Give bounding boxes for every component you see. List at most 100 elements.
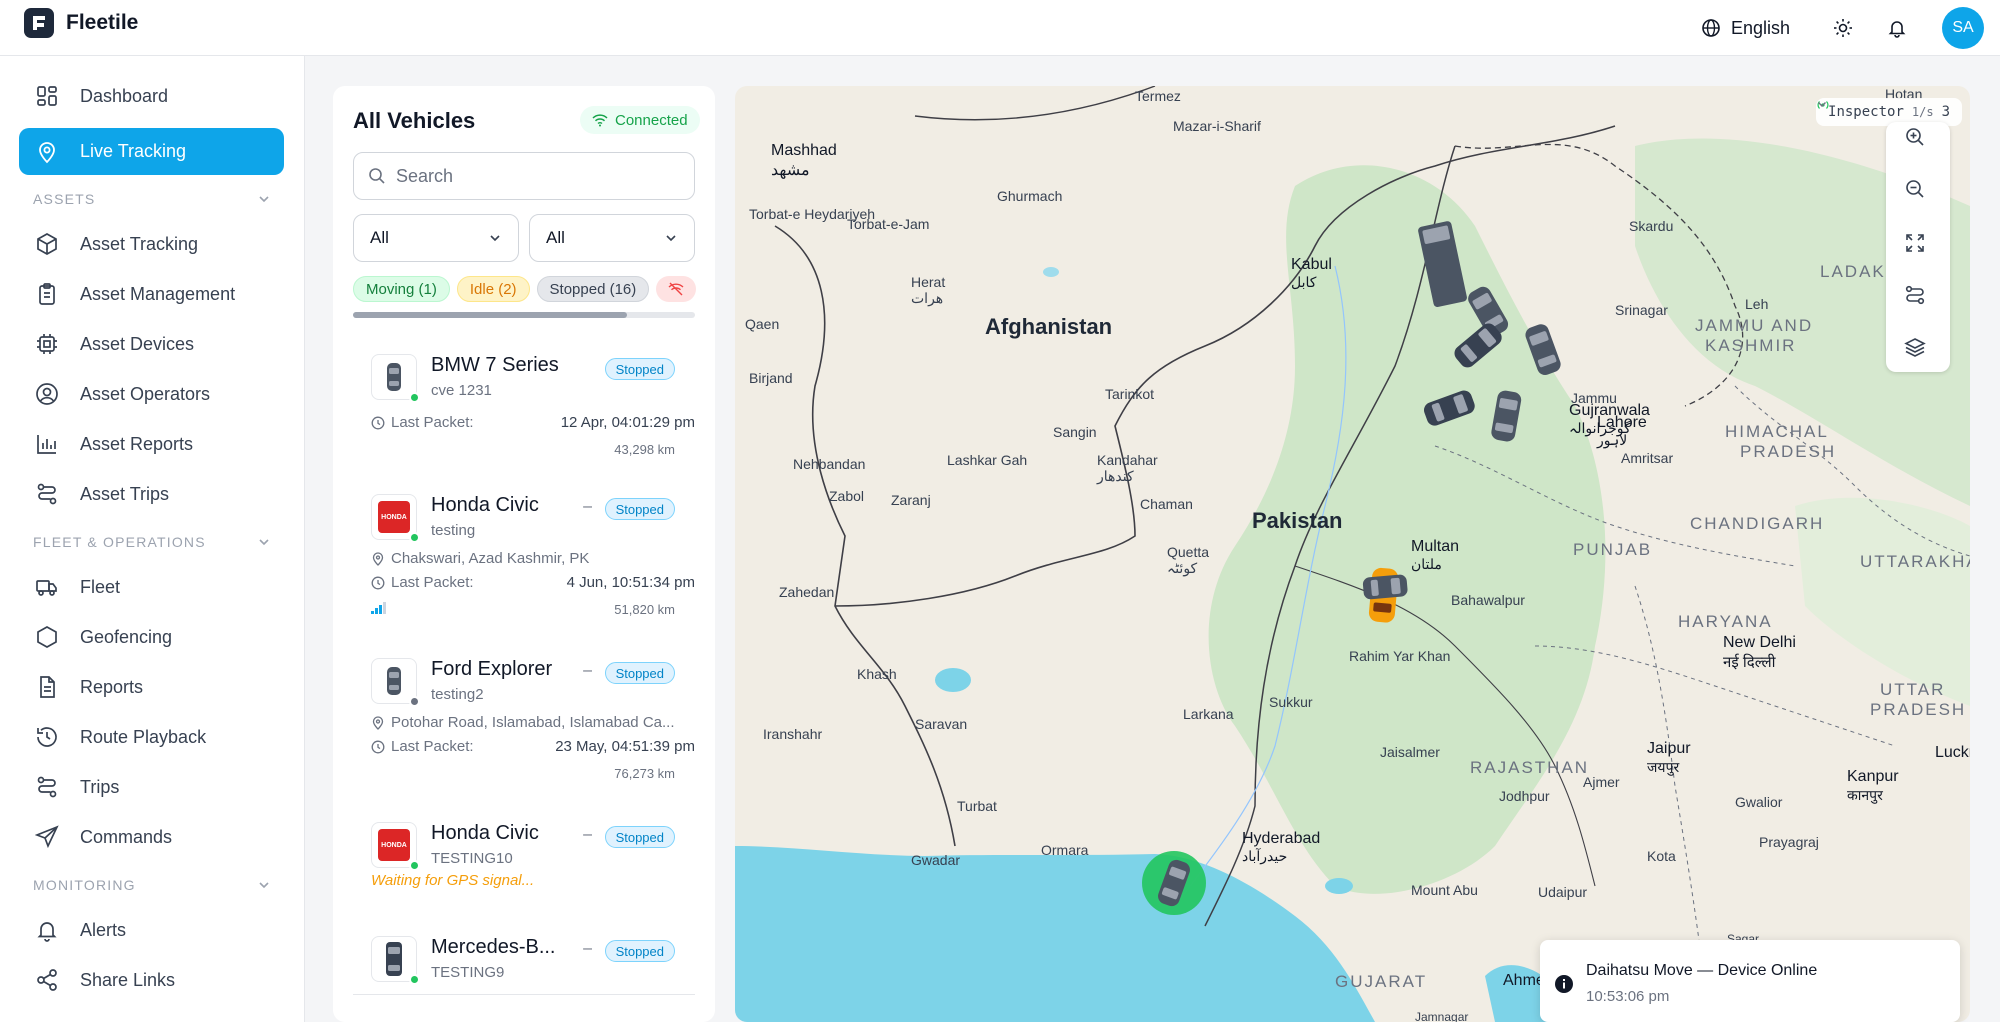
region-label: PRADESH (1740, 442, 1837, 461)
fullscreen-icon[interactable] (1904, 232, 1932, 260)
top-bar: Fleetile English SA (0, 0, 2000, 56)
car-thumbnail (371, 354, 420, 403)
sidebar-item-route-playback[interactable]: Route Playback (19, 713, 284, 761)
theme-toggle-sun-icon[interactable] (1828, 13, 1858, 43)
speed-dash: – (583, 498, 592, 515)
truck-icon (33, 573, 61, 601)
place-label: Iranshahr (763, 726, 823, 742)
map-controls (1886, 122, 1950, 372)
device-online-toast[interactable]: Daihatsu Move — Device Online 10:53:06 p… (1540, 940, 1960, 1022)
section-title: FLEET & OPERATIONS (33, 534, 206, 550)
sidebar-item-label: Asset Devices (80, 333, 195, 354)
last-packet-value: 23 May, 04:51:39 pm (555, 738, 695, 755)
region-label: KASHMIR (1705, 336, 1797, 355)
globe-icon (1702, 19, 1720, 37)
document-icon (33, 673, 61, 701)
sidebar-item-label: Live Tracking (80, 141, 187, 161)
place-label: Lashkar Gah (947, 452, 1028, 468)
place-label: Khash (857, 666, 897, 682)
notifications-bell-icon[interactable] (1882, 13, 1912, 43)
zoom-out-icon[interactable] (1904, 178, 1932, 206)
sidebar-item-asset-operators[interactable]: Asset Operators (19, 370, 284, 418)
sidebar-item-label: Fleet (80, 576, 121, 597)
route-toggle-icon[interactable] (1904, 284, 1932, 312)
country-label: Afghanistan (985, 314, 1113, 339)
sidebar-item-label: Asset Trips (80, 483, 170, 504)
last-packet-label: Last Packet: (391, 414, 474, 431)
sidebar-item-share-links[interactable]: Share Links (19, 956, 284, 1004)
sidebar-item-label: Route Playback (80, 726, 207, 747)
hexagon-icon (33, 623, 61, 651)
vehicle-item[interactable]: HONDA Honda Civic testing – Stopped Chak… (353, 494, 695, 634)
user-avatar[interactable]: SA (1942, 7, 1984, 49)
bar-chart-icon (33, 430, 61, 458)
last-packet-label: Last Packet: (391, 738, 474, 755)
last-packet-value: 12 Apr, 04:01:29 pm (560, 414, 695, 431)
section-monitoring[interactable]: MONITORING (33, 877, 271, 893)
car-icon (387, 667, 401, 695)
sidebar-item-asset-devices[interactable]: Asset Devices (19, 320, 284, 368)
vehicle-item[interactable]: Ford Explorer testing2 – Stopped Potohar… (353, 658, 695, 798)
place-label: Tarinkot (1105, 386, 1155, 402)
chevron-down-icon (490, 235, 500, 242)
chip-no-signal[interactable] (656, 276, 697, 302)
vehicle-item[interactable]: Mercedes-B... TESTING9 – Stopped (353, 936, 695, 996)
layers-icon[interactable] (1904, 336, 1932, 364)
search-box[interactable] (353, 152, 695, 200)
status-filter-select[interactable]: All (353, 214, 519, 262)
region-label: CHANDIGARH (1690, 514, 1825, 533)
last-packet-label: Last Packet: (391, 574, 474, 591)
sidebar-item-trips[interactable]: Trips (19, 763, 284, 811)
sidebar-item-reports[interactable]: Reports (19, 663, 284, 711)
city-label: Herat هرات (911, 274, 946, 306)
sidebar-item-live-tracking[interactable]: Live Tracking (19, 128, 284, 175)
last-packet-row: Last Packet: 23 May, 04:51:39 pm (371, 738, 695, 755)
group-filter-select[interactable]: All (529, 214, 695, 262)
sidebar-item-fleet[interactable]: Fleet (19, 563, 284, 611)
sidebar-item-asset-tracking[interactable]: Asset Tracking (19, 220, 284, 268)
map-view[interactable]: Afghanistan Pakistan LADAKH JAMMU AND KA… (735, 86, 1970, 1022)
chip-idle[interactable]: Idle (2) (456, 276, 530, 302)
place-label: Kota (1647, 848, 1676, 864)
sidebar-item-label: Share Links (80, 969, 176, 990)
language-selector[interactable]: English (1701, 18, 1790, 39)
sidebar-item-label: Asset Operators (80, 383, 211, 404)
sidebar-item-asset-management[interactable]: Asset Management (19, 270, 284, 318)
send-icon (33, 823, 61, 851)
chip-stopped[interactable]: Stopped (16) (536, 276, 650, 302)
sidebar-item-geofencing[interactable]: Geofencing (19, 613, 284, 661)
search-input[interactable] (396, 165, 676, 187)
city-label: New Delhi नई दिल्ली (1723, 634, 1796, 671)
chip-moving[interactable]: Moving (1) (353, 276, 450, 302)
vehicle-item[interactable]: BMW 7 Series cve 1231 Stopped Last Packe… (353, 354, 695, 457)
sidebar-item-asset-trips[interactable]: Asset Trips (19, 470, 284, 518)
user-circle-icon (33, 380, 61, 408)
place-label: Srinagar (1615, 302, 1668, 318)
app-logo-icon[interactable] (24, 8, 54, 38)
sidebar-item-label: Asset Reports (80, 433, 194, 454)
place-label: Jodhpur (1499, 788, 1550, 804)
place-label: Ajmer (1583, 774, 1620, 790)
section-fleet-operations[interactable]: FLEET & OPERATIONS (33, 534, 271, 550)
sidebar-item-commands[interactable]: Commands (19, 813, 284, 861)
section-assets[interactable]: ASSETS (33, 191, 271, 207)
zoom-in-icon[interactable] (1904, 126, 1932, 154)
sidebar-item-alerts[interactable]: Alerts (19, 906, 284, 954)
city-label: Quetta کوئٹہ (1167, 544, 1210, 576)
history-icon (33, 723, 61, 751)
info-icon (1555, 975, 1573, 993)
sidebar-item-dashboard[interactable]: Dashboard (19, 72, 284, 120)
place-label: Mount Abu (1411, 882, 1478, 898)
place-label: Luckn (1935, 744, 1970, 761)
sidebar-item-asset-reports[interactable]: Asset Reports (19, 420, 284, 468)
region-label: PRADESH (1870, 700, 1967, 719)
city-label: Kanpur कानपुर (1847, 768, 1899, 803)
address-text: Potohar Road, Islamabad, Islamabad Ca... (391, 714, 675, 731)
place-label: Turbat (957, 798, 997, 814)
city-label: Gujranwala گوجرانوالہ (1569, 402, 1650, 436)
vehicle-plate: TESTING9 (431, 964, 505, 981)
chips-scrollbar[interactable] (353, 312, 695, 318)
toast-title: Daihatsu Move — Device Online (1586, 962, 1818, 979)
region-label: RAJASTHAN (1470, 758, 1590, 777)
vehicle-item[interactable]: HONDA Honda Civic TESTING10 – Stopped Wa… (353, 822, 695, 902)
